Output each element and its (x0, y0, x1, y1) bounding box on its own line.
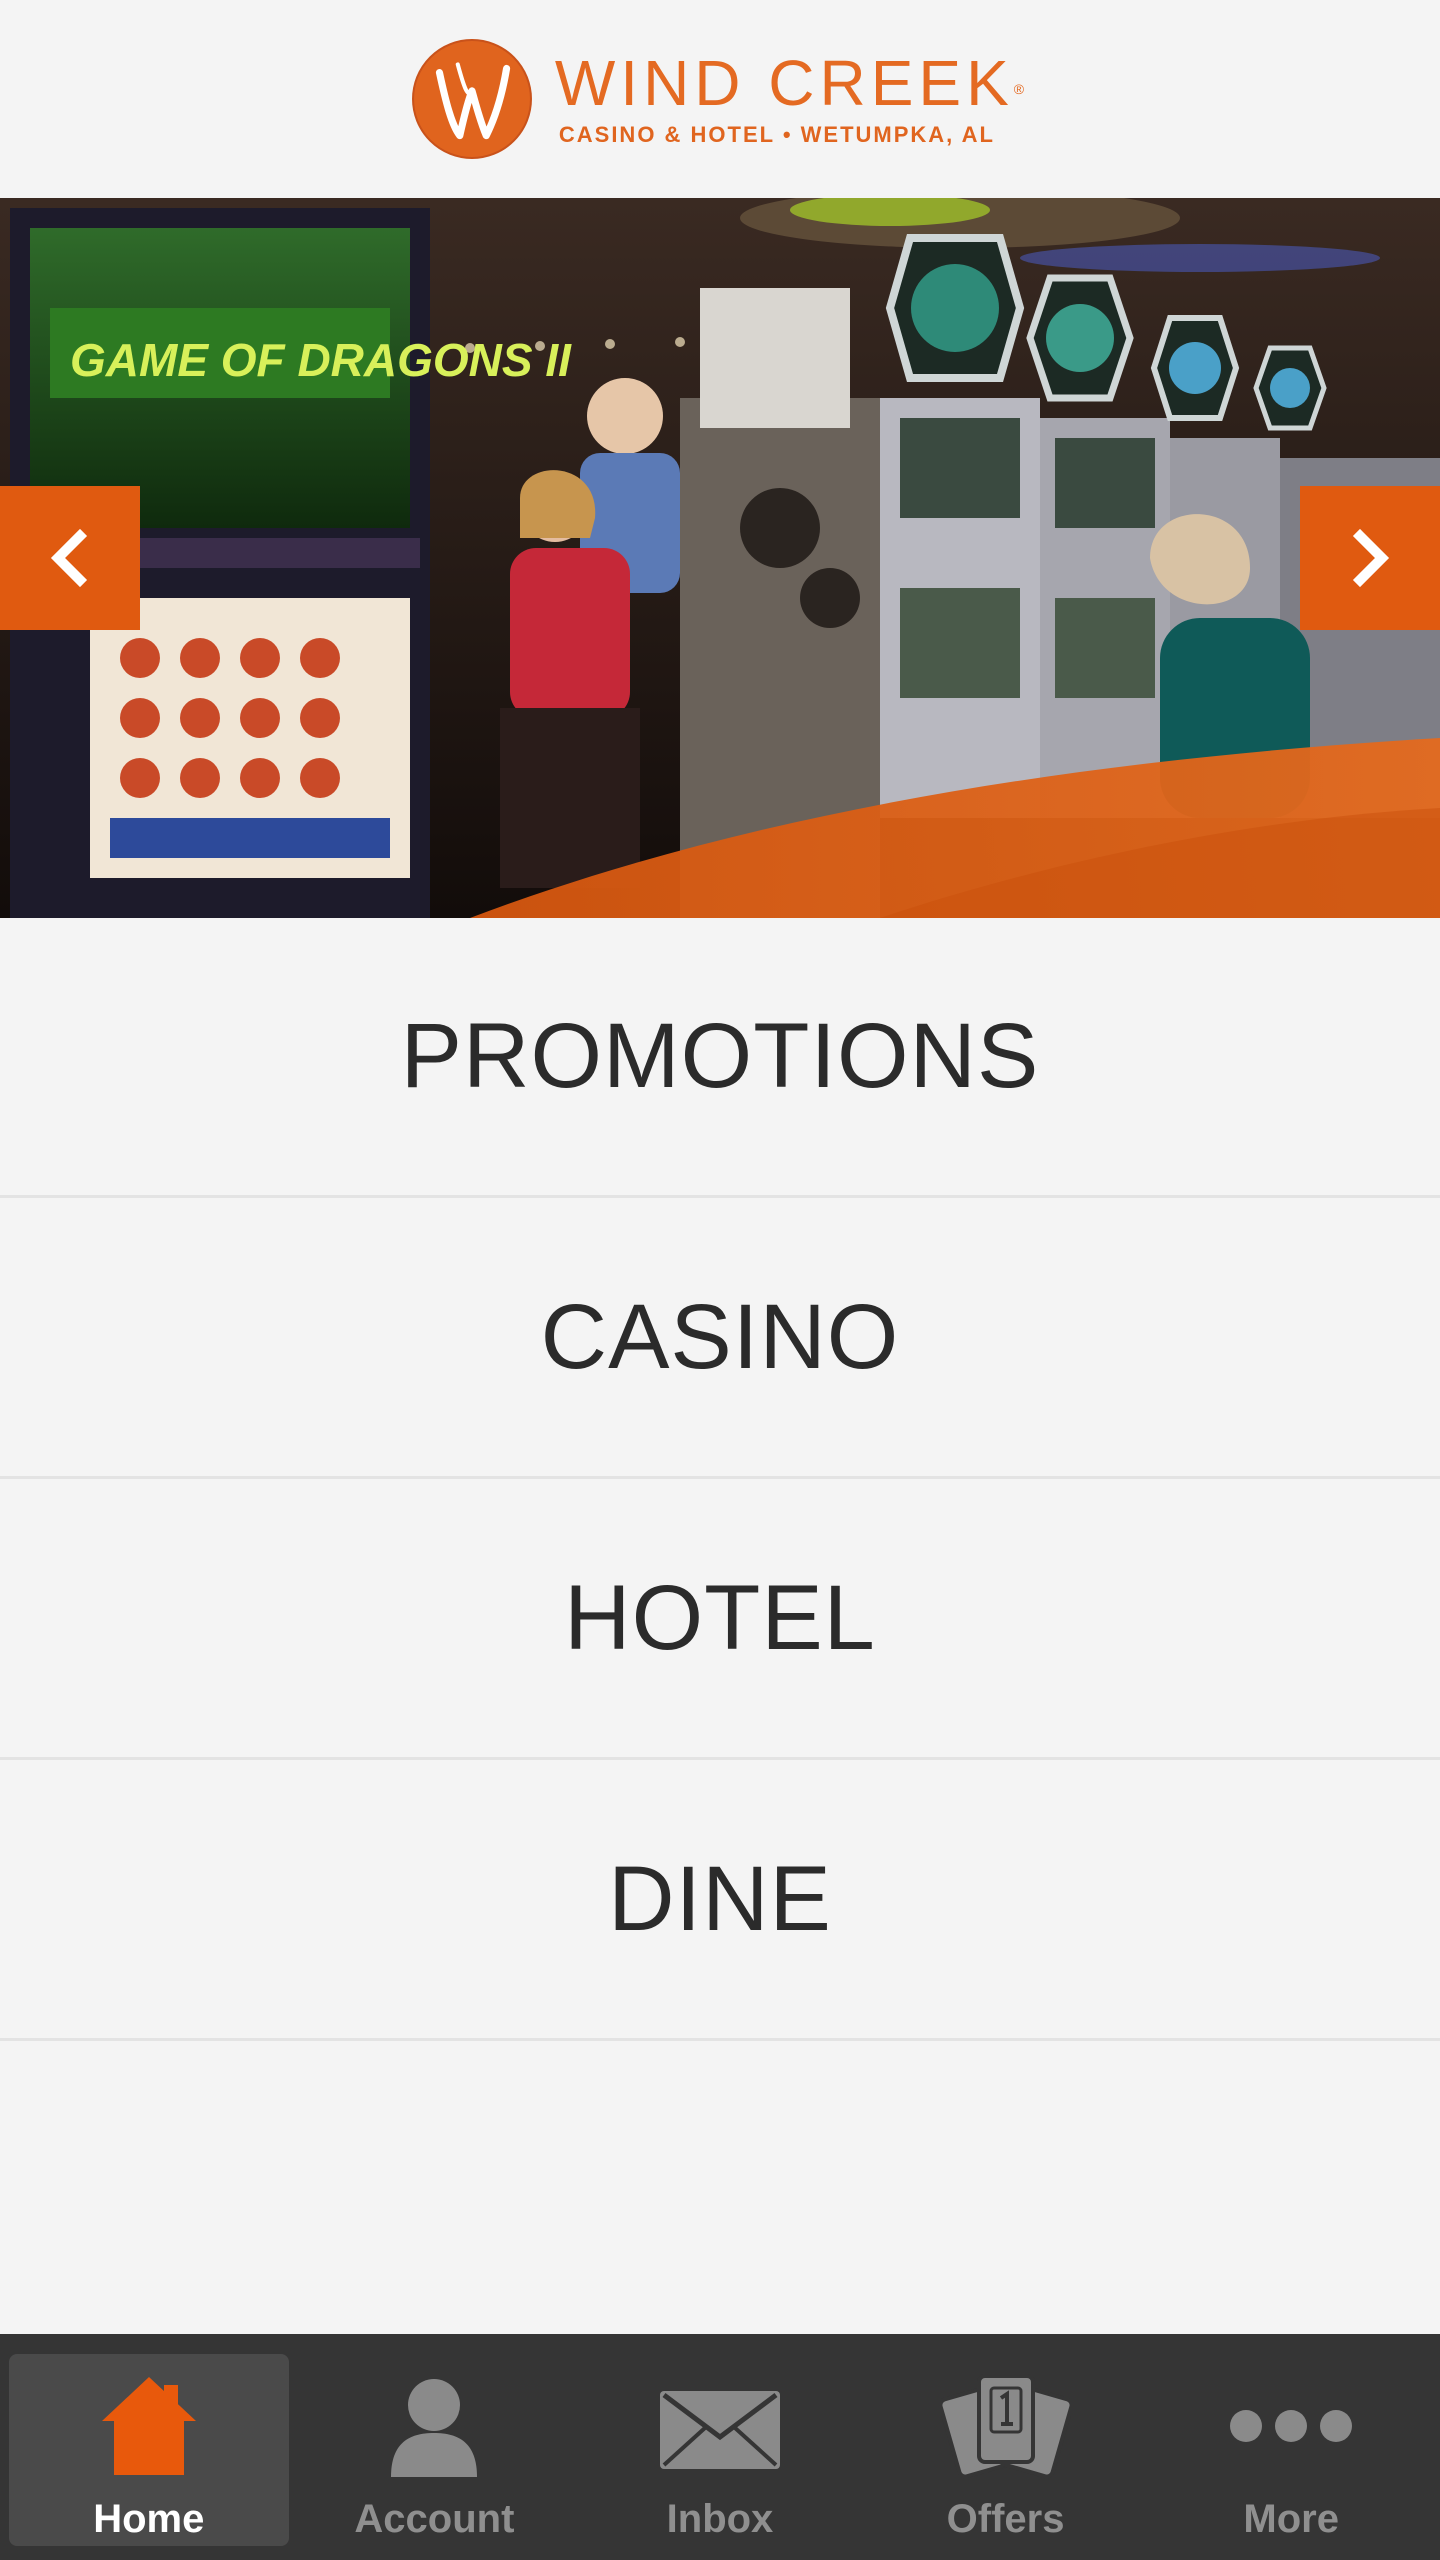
tab-label-account: Account (354, 2497, 515, 2541)
tab-account[interactable]: Account (295, 2354, 575, 2546)
hero-carousel[interactable]: GAME OF DRAGONS II (0, 198, 1440, 918)
tab-inbox[interactable]: Inbox (580, 2354, 860, 2546)
chevron-right-icon (1352, 528, 1390, 588)
carousel-prev-button[interactable] (0, 486, 140, 630)
menu-item-promotions[interactable]: PROMOTIONS (0, 918, 1440, 1198)
more-dots-icon (1226, 2361, 1356, 2491)
home-icon (84, 2361, 214, 2491)
menu-item-hotel[interactable]: HOTEL (0, 1479, 1440, 1760)
tab-label-offers: Offers (946, 2497, 1065, 2541)
menu-item-casino[interactable]: CASINO (0, 1198, 1440, 1479)
menu-item-dine[interactable]: DINE (0, 1760, 1440, 2041)
app-header: WIND CREEK® CASINO & HOTEL • WETUMPKA, A… (0, 0, 1440, 198)
tab-label-more: More (1243, 2497, 1339, 2541)
cards-icon (940, 2361, 1071, 2491)
wind-creek-logo[interactable]: WIND CREEK® CASINO & HOTEL • WETUMPKA, A… (411, 38, 1029, 160)
tab-label-home: Home (93, 2497, 205, 2541)
carousel-next-button[interactable] (1300, 486, 1440, 630)
tab-more[interactable]: More (1151, 2354, 1431, 2546)
envelope-icon (655, 2361, 785, 2491)
wind-creek-logo-mark-icon (411, 39, 532, 159)
tab-label-inbox: Inbox (666, 2497, 774, 2541)
main-menu: PROMOTIONS CASINO HOTEL DINE (0, 918, 1440, 2041)
logo-subtitle: CASINO & HOTEL • WETUMPKA, AL (558, 122, 995, 147)
bottom-tab-bar: Home Account Inbox Offers More (0, 2334, 1440, 2560)
hero-image: GAME OF DRAGONS II (0, 198, 1440, 918)
person-icon (369, 2361, 499, 2491)
tab-home[interactable]: Home (9, 2354, 289, 2546)
logo-text: WIND CREEK® CASINO & HOTEL • WETUMPKA, A… (555, 50, 1029, 148)
logo-name: WIND CREEK® (554, 47, 1030, 119)
svg-text:GAME OF DRAGONS II: GAME OF DRAGONS II (70, 334, 572, 386)
tab-offers[interactable]: Offers (866, 2354, 1146, 2546)
chevron-left-icon (50, 528, 88, 588)
